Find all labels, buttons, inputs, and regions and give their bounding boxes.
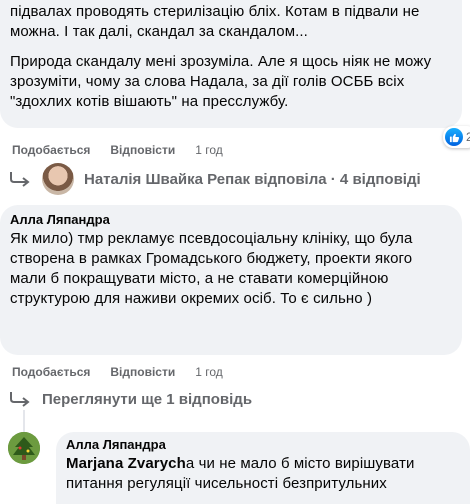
comment-2-actions: Подобається Відповісти 1 год	[12, 365, 223, 379]
timestamp[interactable]: 1 год	[195, 365, 223, 379]
thread-line	[23, 410, 25, 432]
comment-bubble-2: Алла Ляпандра Як мило) тмр рекламує псев…	[0, 205, 462, 355]
reply-button[interactable]: Відповісти	[110, 365, 175, 379]
avatar-image-icon	[8, 432, 40, 464]
comment-2-text: Як мило) тмр рекламує псевдосоціальну кл…	[10, 230, 413, 307]
view-more-replies-link[interactable]: Переглянути ще 1 відповідь	[8, 390, 252, 408]
like-button[interactable]: Подобається	[12, 143, 90, 157]
replies-summary: Наталія Швайка Репак відповіла · 4 відпо…	[84, 170, 421, 188]
like-button[interactable]: Подобається	[12, 365, 90, 379]
comment-bubble-1: підвалах проводять стерилізацію бліх. Ко…	[0, 0, 462, 128]
more-replies-label: Переглянути ще 1 відповідь	[42, 390, 253, 408]
like-reaction-icon	[445, 128, 463, 146]
comment-1-text-para2: Природа скандалу мені зрозуміла. Але я щ…	[10, 53, 432, 110]
comment-author[interactable]: Алла Ляпандра	[66, 436, 458, 454]
reply-button[interactable]: Відповісти	[110, 143, 175, 157]
reaction-count: 2	[466, 130, 470, 144]
reaction-badge[interactable]: 2	[443, 126, 470, 148]
comment-3-text: Marjana Zvarychа чи не мало б місто вирі…	[66, 454, 458, 494]
comment-1-actions: Подобається Відповісти 1 год	[12, 143, 223, 157]
reply-arrow-icon	[10, 172, 30, 187]
timestamp[interactable]: 1 год	[195, 143, 223, 157]
avatar[interactable]	[8, 432, 40, 464]
mention-link[interactable]: Marjana Zvarych	[66, 455, 186, 472]
comment-author[interactable]: Алла Ляпандра	[10, 211, 452, 229]
view-replies-link[interactable]: Наталія Швайка Репак відповіла · 4 відпо…	[8, 163, 421, 195]
reply-arrow-icon	[10, 392, 30, 407]
comment-bubble-3: Алла Ляпандра Marjana Zvarychа чи не мал…	[56, 432, 470, 504]
comment-1-text-para1: підвалах проводять стерилізацію бліх. Ко…	[10, 3, 420, 40]
avatar[interactable]	[42, 163, 74, 195]
